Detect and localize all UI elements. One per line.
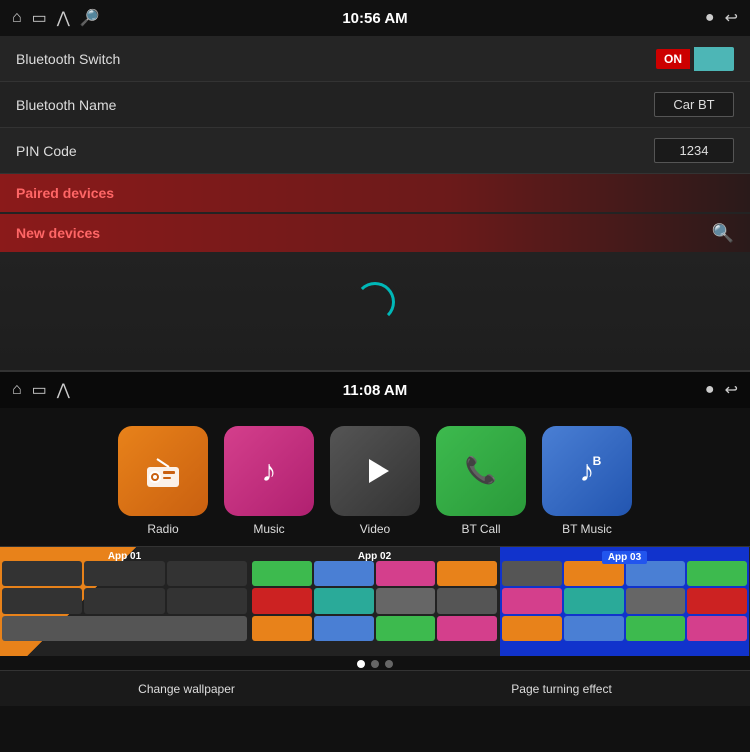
app-music[interactable]: ♪ Music [224, 426, 314, 536]
music-icon[interactable]: ♪ [224, 426, 314, 516]
loading-spinner [355, 282, 395, 322]
bottom-action-bar: Change wallpaper Page turning effect [0, 670, 750, 706]
usb-icon[interactable]: 🔎 [80, 8, 100, 28]
radio-icon[interactable] [118, 426, 208, 516]
screen-icon[interactable]: ▭ [32, 8, 47, 28]
location-icon[interactable]: ● [705, 9, 715, 27]
home-icon-bottom[interactable]: ⌂ [12, 381, 22, 399]
thumbnail-app01[interactable]: App 01 [0, 547, 250, 656]
new-devices-label: New devices [16, 225, 100, 241]
thumbnail-row: App 01 App 02 [0, 546, 750, 656]
time-text: 10:56 AM [342, 10, 407, 27]
home-launcher-screen: ⌂ ▭ ⋀ 11:08 AM ● ↩ Radio [0, 372, 750, 752]
pin-code-row: PIN Code 1234 [0, 128, 750, 174]
bottom-status-right: ● ↩ [705, 380, 738, 400]
dot-2[interactable] [371, 660, 379, 668]
app-btcall[interactable]: 📞 BT Call [436, 426, 526, 536]
svg-text:📞: 📞 [465, 453, 498, 485]
thumbnail-app02[interactable]: App 02 [250, 547, 500, 656]
bottom-clock: 11:08 AM [343, 382, 407, 399]
music-label: Music [253, 522, 284, 536]
new-devices-header[interactable]: New devices 🔍 [0, 214, 750, 252]
svg-text:♪: ♪ [262, 455, 277, 488]
radio-label: Radio [147, 522, 178, 536]
clock-display: 10:56 AM [342, 10, 407, 27]
home-icon[interactable]: ⌂ [12, 9, 22, 27]
chevron-up-icon-bottom[interactable]: ⋀ [57, 380, 70, 400]
location-icon-bottom[interactable]: ● [705, 381, 715, 399]
bluetooth-switch-control[interactable]: ON [656, 47, 734, 71]
switch-on-label[interactable]: ON [656, 49, 690, 69]
chevron-up-icon[interactable]: ⋀ [57, 8, 70, 28]
loading-area [0, 252, 750, 352]
app-grid: Radio ♪ Music Video 📞 [0, 408, 750, 546]
bluetooth-name-row: Bluetooth Name Car BT [0, 82, 750, 128]
back-icon[interactable]: ↩ [725, 8, 738, 28]
bluetooth-name-label: Bluetooth Name [16, 97, 116, 113]
dot-1[interactable] [357, 660, 365, 668]
status-bar-right-icons: ● ↩ [705, 8, 738, 28]
switch-off-area[interactable] [694, 47, 734, 71]
bluetooth-settings-screen: ⌂ ▭ ⋀ 🔎 10:56 AM ● ↩ Bluetooth Switch ON… [0, 0, 750, 370]
page-dots [0, 656, 750, 670]
btmusic-icon[interactable]: ♪ B [542, 426, 632, 516]
screen-icon-bottom[interactable]: ▭ [32, 380, 47, 400]
dot-3[interactable] [385, 660, 393, 668]
bottom-time-text: 11:08 AM [343, 382, 407, 399]
bottom-status-left: ⌂ ▭ ⋀ [12, 380, 70, 400]
app-radio[interactable]: Radio [118, 426, 208, 536]
bluetooth-switch-row: Bluetooth Switch ON [0, 36, 750, 82]
btcall-icon[interactable]: 📞 [436, 426, 526, 516]
thumbnail-app01-label: App 01 [0, 551, 249, 562]
pin-code-label: PIN Code [16, 143, 77, 159]
svg-text:B: B [593, 454, 602, 468]
thumbnail-app03[interactable]: App 03 [500, 547, 750, 656]
bluetooth-name-value[interactable]: Car BT [654, 92, 734, 117]
pin-code-value[interactable]: 1234 [654, 138, 734, 163]
app-btmusic[interactable]: ♪ B BT Music [542, 426, 632, 536]
back-icon-bottom[interactable]: ↩ [725, 380, 738, 400]
top-status-bar: ⌂ ▭ ⋀ 🔎 10:56 AM ● ↩ [0, 0, 750, 36]
thumbnail-app03-label: App 03 [602, 551, 647, 564]
paired-devices-label: Paired devices [16, 185, 114, 201]
settings-area: Bluetooth Switch ON Bluetooth Name Car B… [0, 36, 750, 252]
video-icon[interactable] [330, 426, 420, 516]
video-label: Video [360, 522, 390, 536]
search-icon[interactable]: 🔍 [712, 223, 734, 244]
btcall-label: BT Call [461, 522, 500, 536]
change-wallpaper-button[interactable]: Change wallpaper [138, 682, 235, 696]
bottom-status-bar: ⌂ ▭ ⋀ 11:08 AM ● ↩ [0, 372, 750, 408]
page-turning-button[interactable]: Page turning effect [511, 682, 612, 696]
thumbnail-app02-label: App 02 [250, 551, 499, 562]
status-bar-left-icons: ⌂ ▭ ⋀ 🔎 [12, 8, 100, 28]
paired-devices-header[interactable]: Paired devices [0, 174, 750, 212]
app-video[interactable]: Video [330, 426, 420, 536]
btmusic-label: BT Music [562, 522, 612, 536]
bluetooth-switch-label: Bluetooth Switch [16, 51, 120, 67]
